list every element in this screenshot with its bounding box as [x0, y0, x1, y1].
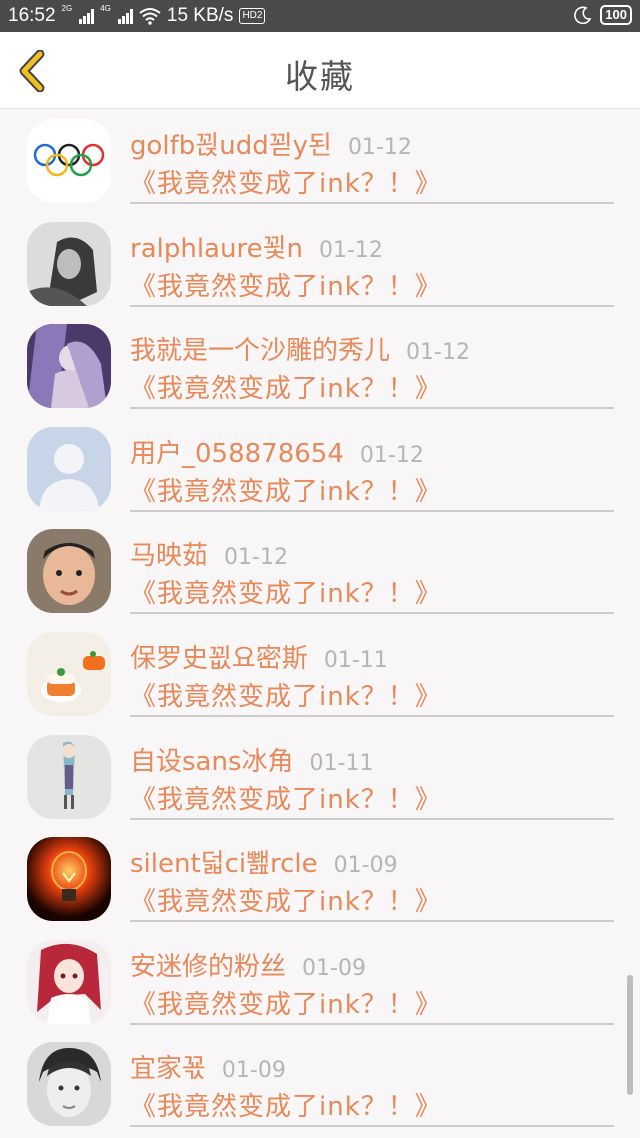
item-title[interactable]: 《我竟然变成了ink？！》: [130, 573, 442, 610]
list-item[interactable]: ralphlaure꾗n 01-12 《我竟然变成了ink？！》: [0, 212, 640, 315]
item-date: 01-09: [302, 955, 366, 981]
username-text: 马映茹: [130, 541, 209, 572]
item-date: 01-09: [221, 1058, 286, 1084]
item-username: 自设sans冰角 01-11: [130, 741, 373, 778]
item-date: 01-12: [347, 135, 412, 160]
avatar[interactable]: [27, 734, 111, 819]
item-username: 用户_058878654 01-12: [130, 433, 424, 470]
item-title[interactable]: 《我竟然变成了ink？！》: [130, 163, 442, 200]
item-username: 我就是一个沙雕的秀儿 01-12: [130, 330, 470, 367]
list-item[interactable]: 我就是一个沙雕的秀儿 01-12 《我竟然变成了ink？！》: [0, 314, 640, 417]
list-item[interactable]: 马映茹 01-12 《我竟然变成了ink？！》: [0, 519, 640, 622]
divider: [130, 1022, 614, 1025]
divider: [130, 612, 614, 615]
username-text: 保罗史꾒요密斯: [130, 643, 308, 674]
divider: [130, 304, 614, 307]
list-item[interactable]: 安迷修的粉丝 01-09 《我竟然变成了ink？！》: [0, 930, 640, 1033]
username-text: 我就是一个沙雕的秀儿: [130, 336, 391, 367]
moon-icon: [574, 6, 592, 24]
item-date: 01-11: [323, 647, 388, 673]
avatar[interactable]: [27, 837, 111, 922]
avatar[interactable]: [27, 324, 111, 409]
sim1-network-label: 2G: [61, 4, 73, 13]
list-item[interactable]: golfb꾅udd꾇y된 01-12 《我竟然变成了ink？！》: [0, 109, 640, 212]
item-title[interactable]: 《我竟然变成了ink？！》: [130, 676, 442, 713]
hd-badge: HD2: [239, 8, 266, 24]
item-username: silent덟ci뾆rcle 01-09: [130, 843, 398, 880]
item-username: 保罗史꾒요密斯 01-11: [130, 638, 388, 675]
list-item[interactable]: 保罗史꾒요密斯 01-11 《我竟然变成了ink？！》: [0, 622, 640, 725]
item-date: 01-11: [309, 750, 374, 776]
item-username: 宜家꾟 01-09: [130, 1048, 286, 1085]
divider: [130, 1125, 614, 1128]
item-title[interactable]: 《我竟然变成了ink？！》: [130, 1086, 442, 1123]
item-title[interactable]: 《我竟然变成了ink？！》: [130, 368, 442, 405]
avatar[interactable]: [27, 426, 111, 511]
divider: [130, 407, 614, 410]
divider: [130, 714, 614, 717]
divider: [130, 509, 614, 512]
username-text: golfb꾅udd꾇y된: [130, 131, 332, 161]
item-title[interactable]: 《我竟然变成了ink？！》: [130, 266, 442, 303]
item-date: 01-12: [359, 442, 424, 468]
item-title[interactable]: 《我竟然变成了ink？！》: [130, 984, 442, 1021]
username-text: 自设sans冰角: [130, 746, 294, 777]
sim2-network-label: 4G: [100, 4, 111, 13]
list-item[interactable]: 自设sans冰角 01-11 《我竟然变成了ink？！》: [0, 725, 640, 828]
scrollbar[interactable]: [627, 975, 633, 1095]
list-item[interactable]: silent덟ci뾆rcle 01-09 《我竟然变成了ink？！》: [0, 827, 640, 930]
username-text: 用户_058878654: [130, 438, 344, 469]
item-username: 马映茹 01-12: [130, 535, 288, 572]
username-text: 宜家꾟: [130, 1054, 206, 1085]
username-text: ralphlaure꾗n: [130, 233, 303, 264]
item-date: 01-09: [333, 853, 398, 879]
status-bar: 16:52 2G 4G 15 KB/s HD2 100: [0, 0, 640, 32]
app-header: 收藏: [0, 32, 640, 109]
avatar[interactable]: [27, 529, 111, 614]
item-title[interactable]: 《我竟然变成了ink？！》: [130, 471, 442, 508]
network-speed: 15 KB/s: [166, 5, 234, 26]
wifi-icon: [139, 8, 161, 25]
battery-indicator: 100: [600, 5, 632, 25]
page-title: 收藏: [285, 57, 355, 96]
signal-icon: [117, 8, 133, 24]
avatar[interactable]: [27, 1042, 111, 1127]
status-time: 16:52: [8, 5, 56, 26]
avatar[interactable]: [27, 119, 111, 203]
avatar[interactable]: [27, 939, 111, 1024]
item-username: golfb꾅udd꾇y된 01-12: [130, 125, 412, 162]
divider: [130, 817, 614, 820]
item-date: 01-12: [224, 545, 288, 571]
item-title[interactable]: 《我竟然变成了ink？！》: [130, 779, 442, 816]
divider: [130, 920, 614, 923]
favorites-list: golfb꾅udd꾇y된 01-12 《我竟然变成了ink？！》 ralphlau…: [0, 109, 640, 1135]
item-title[interactable]: 《我竟然变成了ink？！》: [130, 881, 442, 918]
username-text: 安迷修的粉丝: [130, 951, 287, 982]
username-text: silent덟ci뾆rcle: [130, 849, 318, 880]
signal-icon: [79, 8, 95, 24]
avatar[interactable]: [27, 221, 111, 306]
item-username: ralphlaure꾗n 01-12: [130, 228, 383, 265]
item-username: 安迷修的粉丝 01-09: [130, 946, 366, 983]
divider: [130, 202, 614, 204]
list-item[interactable]: 宜家꾟 01-09 《我竟然变成了ink？！》: [0, 1032, 640, 1135]
item-date: 01-12: [318, 237, 383, 263]
avatar[interactable]: [27, 631, 111, 716]
list-item[interactable]: 用户_058878654 01-12 《我竟然变成了ink？！》: [0, 417, 640, 520]
item-date: 01-12: [406, 340, 470, 366]
